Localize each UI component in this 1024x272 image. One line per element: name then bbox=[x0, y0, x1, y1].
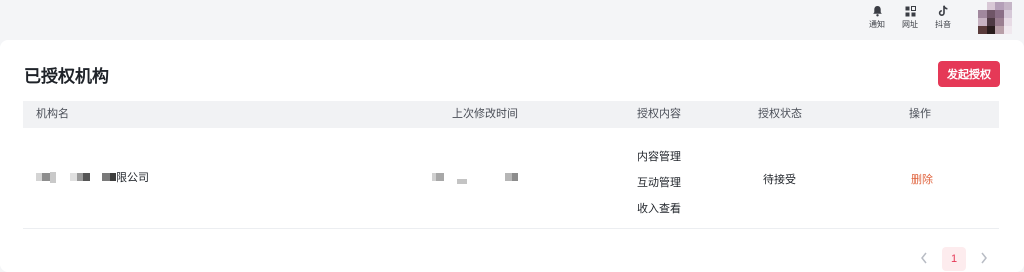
grid-icon bbox=[903, 4, 917, 18]
table-row: 限公司 内容管理 互动管理 收入查看 待接受 删除 bbox=[23, 128, 999, 229]
notification-label: 通知 bbox=[869, 20, 885, 29]
start-authorization-button[interactable]: 发起授权 bbox=[938, 61, 1000, 87]
column-auth-content: 授权内容 bbox=[637, 108, 681, 120]
top-bar: 通知 网址 抖音 bbox=[0, 0, 1024, 40]
url-button[interactable]: 网址 bbox=[892, 4, 928, 36]
permission-list: 内容管理 互动管理 收入查看 bbox=[637, 151, 681, 229]
douyin-button[interactable]: 抖音 bbox=[925, 4, 961, 36]
column-last-modified: 上次修改时间 bbox=[452, 108, 518, 120]
org-name-text: 限公司 bbox=[116, 172, 149, 184]
delete-link[interactable]: 删除 bbox=[911, 171, 933, 187]
tiktok-icon bbox=[936, 4, 950, 18]
prev-page-button[interactable] bbox=[914, 247, 934, 269]
last-modified-cell bbox=[432, 170, 518, 184]
chevron-left-icon bbox=[921, 252, 927, 264]
url-label: 网址 bbox=[902, 20, 918, 29]
avatar[interactable] bbox=[978, 2, 1012, 34]
permission-revenue-view: 收入查看 bbox=[637, 203, 681, 215]
redacted-org-name bbox=[36, 170, 116, 184]
column-auth-status: 授权状态 bbox=[758, 108, 802, 120]
next-page-button[interactable] bbox=[974, 247, 994, 269]
column-org-name: 机构名 bbox=[36, 108, 69, 120]
page-title: 已授权机构 bbox=[24, 67, 109, 86]
permission-content-management: 内容管理 bbox=[637, 151, 681, 163]
notification-button[interactable]: 通知 bbox=[859, 4, 895, 36]
chevron-right-icon bbox=[981, 252, 987, 264]
status-text: 待接受 bbox=[763, 174, 796, 186]
permission-interaction-management: 互动管理 bbox=[637, 177, 681, 189]
bell-icon bbox=[870, 4, 884, 18]
table-header: 机构名 上次修改时间 授权内容 授权状态 操作 bbox=[23, 101, 999, 128]
column-actions: 操作 bbox=[909, 108, 931, 120]
redacted-timestamp bbox=[432, 170, 518, 184]
page-number-current[interactable]: 1 bbox=[942, 247, 966, 271]
douyin-label: 抖音 bbox=[935, 20, 951, 29]
org-name-cell: 限公司 bbox=[36, 169, 149, 185]
main-card: 已授权机构 发起授权 机构名 上次修改时间 授权内容 授权状态 操作 限公司 内… bbox=[0, 40, 1024, 272]
